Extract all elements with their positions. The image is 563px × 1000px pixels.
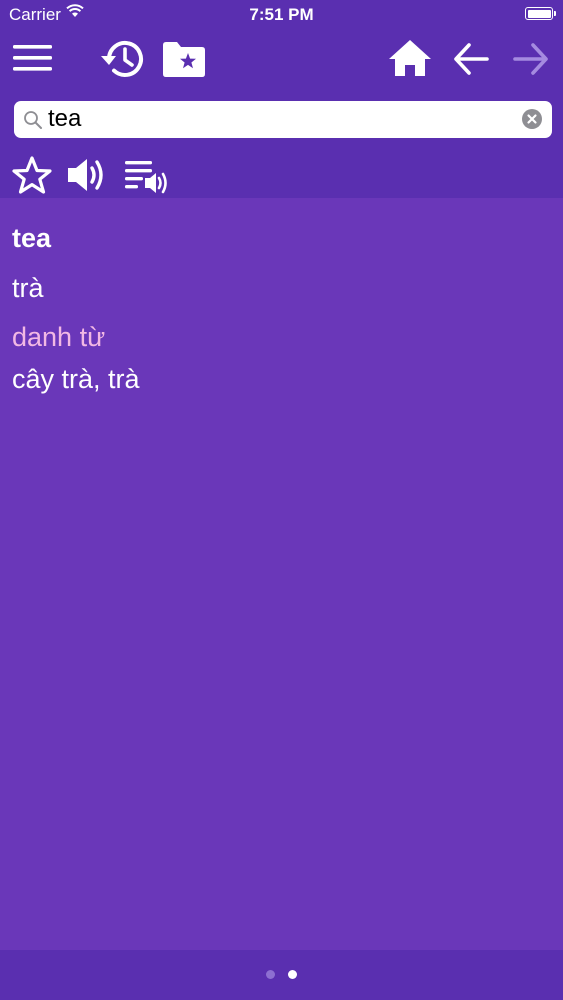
status-time: 7:51 PM — [249, 5, 314, 24]
search-icon — [23, 110, 43, 135]
star-icon — [12, 156, 52, 194]
bottom-bar — [0, 950, 563, 1000]
forward-button[interactable] — [512, 40, 550, 78]
clear-icon — [527, 114, 537, 124]
status-bar: Carrier 7:51 PM — [0, 0, 563, 30]
search-bar — [14, 101, 552, 138]
battery-icon — [525, 7, 556, 20]
back-button[interactable] — [452, 40, 490, 78]
speaker-icon — [68, 159, 103, 191]
favorites-folder-icon — [163, 42, 205, 77]
entry-content: tea trà danh từ cây trà, trà — [12, 220, 551, 396]
headword: tea — [12, 223, 52, 253]
meaning: cây trà, trà — [12, 364, 140, 394]
forward-arrow-icon — [513, 43, 548, 75]
clear-search-button[interactable] — [522, 109, 542, 129]
play-list-button[interactable] — [124, 155, 170, 195]
search-input[interactable] — [48, 104, 518, 134]
favorites-folder-button[interactable] — [162, 40, 206, 78]
page-indicator-dot[interactable] — [266, 970, 275, 979]
part-of-speech: danh từ — [12, 322, 106, 352]
home-icon — [389, 40, 431, 76]
playlist-audio-icon — [125, 161, 167, 194]
back-arrow-icon — [454, 43, 489, 75]
menu-icon — [13, 45, 52, 71]
home-button[interactable] — [388, 38, 432, 78]
translation: trà — [12, 273, 44, 303]
menu-button[interactable] — [12, 40, 54, 76]
pronounce-button[interactable] — [66, 155, 110, 195]
add-favorite-button[interactable] — [11, 155, 53, 195]
history-button[interactable] — [100, 38, 146, 80]
page-indicator-dot-active[interactable] — [288, 970, 297, 979]
history-icon — [101, 41, 143, 77]
